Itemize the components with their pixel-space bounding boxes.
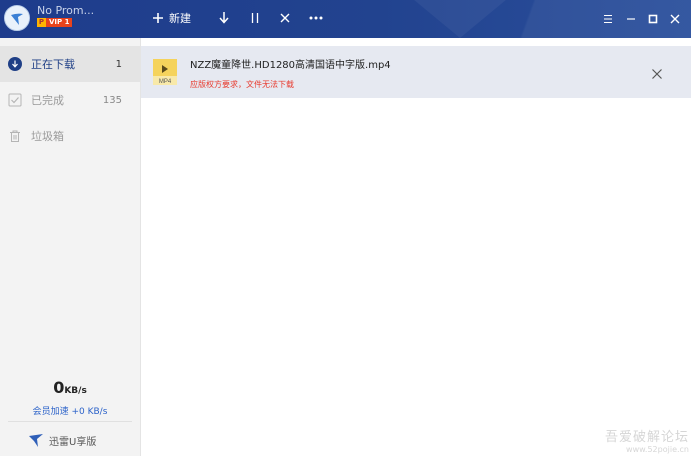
watermark-url: www.52pojie.cn	[626, 445, 689, 454]
speed-value: 0	[53, 378, 65, 397]
window-close-icon	[670, 14, 680, 24]
remove-task-button[interactable]	[651, 65, 663, 79]
minimize-button[interactable]	[624, 11, 638, 25]
video-file-icon: MP4	[153, 59, 177, 85]
udisk-edition-label: 迅雷U享版	[49, 437, 97, 448]
more-dots-icon	[309, 16, 323, 20]
sidebar-item-completed[interactable]: 已完成 135	[0, 82, 140, 118]
vip-badge-text: VIP 1	[46, 18, 73, 27]
maximize-icon	[648, 14, 658, 24]
sidebar-item-count: 1	[115, 58, 122, 70]
close-icon	[280, 13, 290, 23]
vip-badge-p: P	[37, 18, 46, 27]
checkbox-icon	[8, 93, 22, 107]
vip-badge[interactable]: P VIP 1	[37, 18, 73, 27]
title-bar: No Prom... P VIP 1 新建	[0, 0, 691, 38]
sidebar-item-label: 正在下载	[31, 58, 75, 71]
close-icon	[652, 69, 662, 79]
task-status-error: 应版权方要求，文件无法下载	[190, 80, 294, 89]
sidebar-item-trash[interactable]: 垃圾箱	[0, 118, 140, 154]
avatar-bird-icon	[5, 6, 29, 30]
file-ext-label: MP4	[159, 79, 172, 85]
new-task-button[interactable]: 新建	[153, 9, 191, 27]
sidebar-item-downloading[interactable]: 正在下载 1	[0, 46, 140, 82]
avatar[interactable]	[4, 5, 30, 31]
udisk-edition-link[interactable]: 迅雷U享版	[29, 433, 96, 448]
task-row[interactable]: MP4 NZZ魔童降世.HD1280高清国语中字版.mp4 应版权方要求，文件无…	[141, 46, 691, 98]
minimize-icon	[627, 18, 635, 20]
speed-unit: KB/s	[64, 386, 87, 396]
sidebar: 正在下载 1 已完成 135 垃圾箱 0KB/s 会员加速 +0 KB/s 迅雷…	[0, 38, 141, 456]
download-circle-icon	[8, 57, 22, 71]
more-button[interactable]	[309, 9, 323, 27]
main-menu-button[interactable]	[601, 11, 615, 25]
maximize-button[interactable]	[646, 11, 660, 25]
pause-icon	[251, 13, 259, 23]
hamburger-menu-icon	[604, 15, 612, 23]
sidebar-item-count: 135	[102, 94, 122, 106]
watermark-title: 吾爱破解论坛	[604, 430, 689, 445]
start-download-button[interactable]	[219, 9, 229, 27]
window-close-button[interactable]	[668, 11, 682, 25]
arrow-down-icon	[219, 12, 229, 24]
new-task-label: 新建	[169, 12, 191, 25]
username[interactable]: No Prom...	[37, 4, 94, 17]
trash-icon	[10, 130, 20, 142]
watermark: 吾爱破解论坛 www.52pojie.cn	[605, 426, 689, 454]
task-list: MP4 NZZ魔童降世.HD1280高清国语中字版.mp4 应版权方要求，文件无…	[141, 38, 691, 456]
download-speed: 0KB/s	[0, 378, 140, 397]
divider	[8, 421, 132, 422]
plus-icon	[153, 13, 163, 23]
sidebar-item-label: 已完成	[31, 94, 64, 107]
task-file-name: NZZ魔童降世.HD1280高清国语中字版.mp4	[190, 60, 391, 71]
thunder-bird-icon	[29, 434, 43, 447]
vip-speed-boost[interactable]: 会员加速 +0 KB/s	[0, 404, 140, 417]
sidebar-item-label: 垃圾箱	[31, 130, 64, 143]
pause-button[interactable]	[250, 9, 260, 27]
delete-task-button[interactable]	[280, 9, 290, 27]
